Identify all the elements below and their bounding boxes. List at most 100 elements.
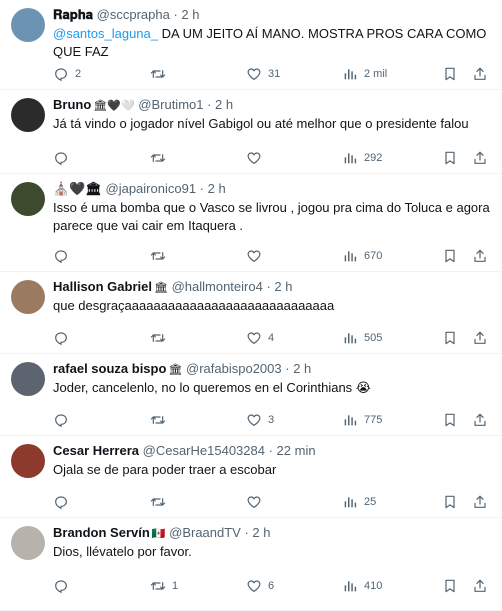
share-button[interactable] <box>472 410 488 430</box>
like-button[interactable] <box>246 492 268 512</box>
views-button[interactable]: 25 <box>342 492 376 512</box>
views-button[interactable]: 2 mil <box>342 64 387 84</box>
tweet-body-text: Isso é uma bomba que o Vasco se livrou ,… <box>53 200 490 233</box>
reply-button[interactable] <box>53 410 75 430</box>
repost-icon <box>150 150 166 166</box>
bookmark-button[interactable] <box>442 410 458 430</box>
mention-link[interactable]: @santos_laguna_ <box>53 26 158 41</box>
timestamp[interactable]: 2 h <box>208 181 226 196</box>
avatar[interactable] <box>11 98 45 132</box>
repost-button[interactable] <box>150 64 172 84</box>
views-button[interactable]: 292 <box>342 148 382 168</box>
avatar[interactable] <box>11 8 45 42</box>
author-name[interactable]: ⛪🖤🏛 <box>53 181 102 196</box>
reply-icon <box>53 66 69 82</box>
author-handle[interactable]: @rafabispo2003 <box>186 361 282 376</box>
like-button[interactable]: 6 <box>246 576 274 596</box>
views-button[interactable]: 505 <box>342 328 382 348</box>
bookmark-button[interactable] <box>442 328 458 348</box>
separator-dot: · <box>281 361 294 376</box>
bookmark-button[interactable] <box>442 576 458 596</box>
share-button[interactable] <box>472 576 488 596</box>
author-name[interactable]: Brandon Servín <box>53 525 150 540</box>
heart-icon <box>246 330 262 346</box>
repost-icon <box>150 330 166 346</box>
share-button[interactable] <box>472 64 488 84</box>
repost-button[interactable]: 1 <box>150 576 178 596</box>
bookmark-button[interactable] <box>442 246 458 266</box>
timestamp[interactable]: 2 h <box>293 361 311 376</box>
author-handle[interactable]: @hallmonteiro4 <box>172 279 263 294</box>
bookmark-icon <box>442 494 458 510</box>
bookmark-icon <box>442 330 458 346</box>
avatar[interactable] <box>11 362 45 396</box>
author-name[interactable]: 𝐑𝐚𝐩𝐡𝐚 <box>53 7 93 22</box>
action-bar: 2 31 2 mil <box>53 64 493 84</box>
reply-tweet[interactable]: 𝐑𝐚𝐩𝐡𝐚 @sccprapha · 2 h @santos_laguna_ DA… <box>0 0 502 90</box>
reply-button[interactable] <box>53 246 75 266</box>
reply-button[interactable]: 2 <box>53 64 81 84</box>
reply-button[interactable] <box>53 492 75 512</box>
author-name[interactable]: Hallison Gabriel <box>53 279 152 294</box>
repost-button[interactable] <box>150 492 172 512</box>
bookmark-button[interactable] <box>442 148 458 168</box>
bookmark-button[interactable] <box>442 492 458 512</box>
repost-icon <box>150 66 166 82</box>
view-count: 670 <box>364 250 383 262</box>
author-handle[interactable]: @sccprapha <box>97 7 170 22</box>
avatar[interactable] <box>11 444 45 478</box>
bookmark-button[interactable] <box>442 64 458 84</box>
like-button[interactable]: 3 <box>246 410 274 430</box>
reply-button[interactable] <box>53 328 75 348</box>
author-handle[interactable]: @CesarHe15403284 <box>143 443 265 458</box>
author-name[interactable]: Cesar Herrera <box>53 443 139 458</box>
repost-button[interactable] <box>150 148 172 168</box>
timestamp[interactable]: 22 min <box>277 443 316 458</box>
repost-button[interactable] <box>150 328 172 348</box>
avatar[interactable] <box>11 182 45 216</box>
timestamp[interactable]: 2 h <box>274 279 292 294</box>
author-name[interactable]: Bruno <box>53 97 91 112</box>
tweet-text: @santos_laguna_ DA UM JEITO AÍ MANO. MOS… <box>53 25 493 61</box>
share-button[interactable] <box>472 148 488 168</box>
like-button[interactable] <box>246 148 268 168</box>
share-icon <box>472 412 488 428</box>
repost-icon <box>150 248 166 264</box>
author-name[interactable]: rafael souza bispo <box>53 361 166 376</box>
reply-button[interactable] <box>53 576 75 596</box>
share-icon <box>472 248 488 264</box>
name-emoji: 🏛🖤🤍 <box>93 100 135 112</box>
tweet-body-text: Ojala se de para poder traer a escobar <box>53 462 277 477</box>
tweet-text: Joder, cancelenlo, no lo queremos en el … <box>53 379 493 397</box>
reply-icon <box>53 150 69 166</box>
reply-tweet[interactable]: ⛪🖤🏛 @japaironico91 · 2 h Isso é uma bomba… <box>0 174 502 272</box>
like-button[interactable]: 4 <box>246 328 274 348</box>
timestamp[interactable]: 2 h <box>215 97 233 112</box>
like-button[interactable] <box>246 246 268 266</box>
views-button[interactable]: 410 <box>342 576 382 596</box>
avatar[interactable] <box>11 526 45 560</box>
timestamp[interactable]: 2 h <box>181 7 199 22</box>
timestamp[interactable]: 2 h <box>252 525 270 540</box>
share-button[interactable] <box>472 246 488 266</box>
views-button[interactable]: 775 <box>342 410 382 430</box>
author-handle[interactable]: @japaironico91 <box>106 181 197 196</box>
share-button[interactable] <box>472 492 488 512</box>
share-icon <box>472 66 488 82</box>
author-handle[interactable]: @BraandTV <box>169 525 241 540</box>
tweet-header: Cesar Herrera @CesarHe15403284 · 22 min <box>53 443 316 459</box>
reply-tweet[interactable]: rafael souza bispo 🏛 @rafabispo2003 · 2 h… <box>0 354 502 436</box>
reply-tweet[interactable]: Brandon Servín 🇲🇽 @BraandTV · 2 h Dios, ll… <box>0 518 502 611</box>
reply-tweet[interactable]: Bruno 🏛🖤🤍 @Brutimo1 · 2 h Já tá vindo o jo… <box>0 90 502 174</box>
repost-button[interactable] <box>150 246 172 266</box>
reply-tweet[interactable]: Hallison Gabriel 🏛 @hallmonteiro4 · 2 h qu… <box>0 272 502 354</box>
like-button[interactable]: 31 <box>246 64 280 84</box>
views-button[interactable]: 670 <box>342 246 382 266</box>
author-handle[interactable]: @Brutimo1 <box>138 97 203 112</box>
repost-button[interactable] <box>150 410 172 430</box>
heart-icon <box>246 578 262 594</box>
reply-tweet[interactable]: Cesar Herrera @CesarHe15403284 · 22 min O… <box>0 436 502 518</box>
reply-button[interactable] <box>53 148 75 168</box>
avatar[interactable] <box>11 280 45 314</box>
share-button[interactable] <box>472 328 488 348</box>
